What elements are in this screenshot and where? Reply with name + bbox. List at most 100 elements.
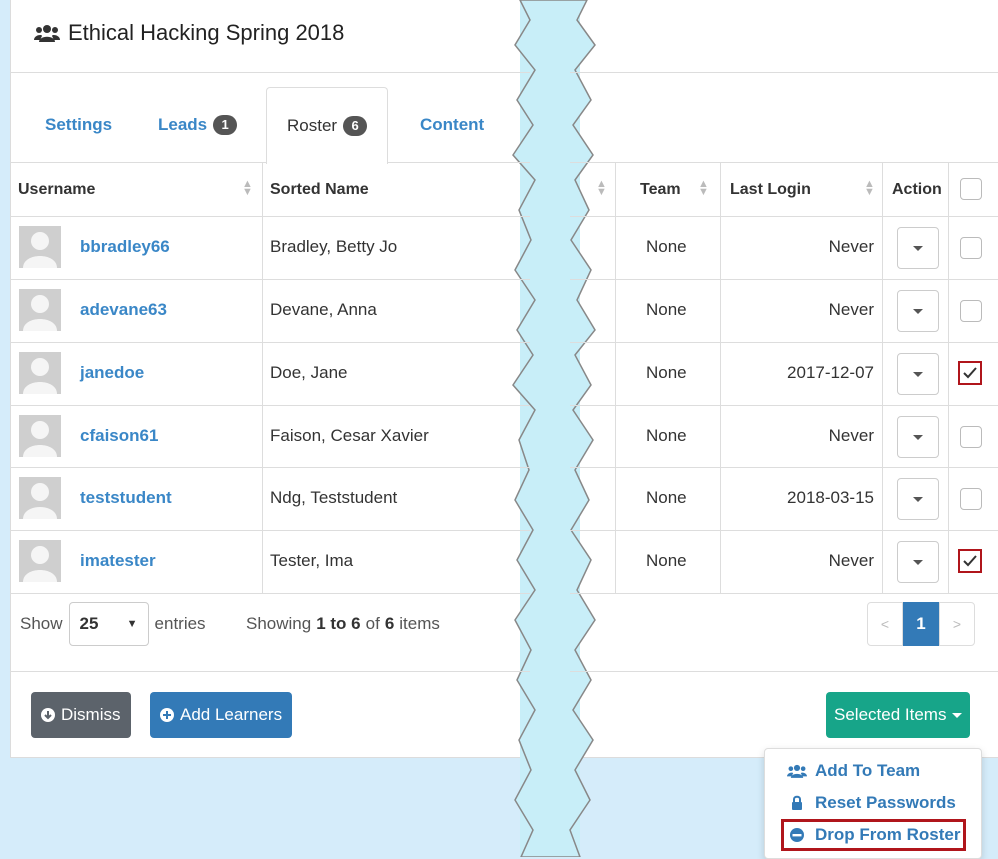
action-dropdown-button[interactable] bbox=[897, 290, 939, 332]
column-header-team[interactable]: Team bbox=[640, 164, 681, 216]
checkmark-icon bbox=[963, 555, 977, 567]
row-checkbox[interactable] bbox=[960, 237, 982, 259]
menu-item-reset-passwords[interactable]: Reset Passwords bbox=[787, 793, 956, 813]
sorted-name: Ndg, Teststudent bbox=[270, 488, 398, 507]
sort-icon[interactable]: ▲ ▼ bbox=[242, 179, 253, 198]
pagination-page-1[interactable]: 1 bbox=[903, 602, 939, 646]
row-divider bbox=[570, 405, 998, 406]
dismiss-button[interactable]: Dismiss bbox=[31, 692, 131, 738]
action-dropdown-button[interactable] bbox=[897, 416, 939, 458]
sort-icon[interactable]: ▲ ▼ bbox=[596, 179, 607, 198]
menu-item-add-to-team[interactable]: Add To Team bbox=[787, 761, 920, 781]
avatar bbox=[19, 540, 61, 582]
menu-item-drop-from-roster[interactable]: Drop From Roster bbox=[780, 819, 967, 851]
action-dropdown-button[interactable] bbox=[897, 353, 939, 395]
username-link[interactable]: imatester bbox=[80, 551, 156, 571]
page-size-select[interactable]: 25 ▼ bbox=[68, 602, 149, 646]
add-learners-label: Add Learners bbox=[180, 705, 283, 724]
row-checkbox-checked[interactable] bbox=[958, 549, 982, 573]
username-link[interactable]: janedoe bbox=[80, 363, 144, 383]
page-size-control: Show 25 ▼ entries bbox=[20, 602, 206, 646]
menu-item-label: Add To Team bbox=[815, 761, 921, 780]
pagination-next-button[interactable]: > bbox=[939, 602, 975, 646]
divider bbox=[10, 72, 530, 73]
show-label: Show bbox=[20, 614, 63, 633]
checkmark-icon bbox=[963, 367, 977, 379]
plus-circle-icon bbox=[160, 708, 174, 722]
row-checkbox[interactable] bbox=[960, 300, 982, 322]
action-dropdown-button[interactable] bbox=[897, 478, 939, 520]
tab-label: Leads bbox=[158, 114, 208, 134]
caret-down-icon bbox=[913, 434, 923, 440]
menu-item-label: Drop From Roster bbox=[815, 825, 961, 844]
torn-edge bbox=[512, 0, 596, 857]
tab-settings[interactable]: Settings bbox=[45, 87, 112, 162]
sort-icon[interactable]: ▲ ▼ bbox=[864, 179, 875, 198]
row-divider bbox=[10, 530, 530, 531]
last-login-value: Never bbox=[828, 426, 874, 445]
tabs-bottom-border bbox=[570, 162, 998, 163]
column-header-last-login[interactable]: Last Login bbox=[730, 164, 811, 216]
tab-roster[interactable]: Roster 6 bbox=[266, 87, 389, 164]
page-size-value: 25 bbox=[79, 614, 99, 633]
caret-down-icon bbox=[952, 712, 963, 718]
tab-label: Content bbox=[420, 114, 485, 134]
team-value: None bbox=[646, 300, 687, 319]
showing-summary: Showing 1 to 6 of 6 items bbox=[246, 602, 440, 646]
team-value: None bbox=[646, 488, 687, 507]
action-dropdown-button[interactable] bbox=[897, 541, 939, 583]
tab-label: Settings bbox=[45, 114, 113, 134]
sorted-name: Tester, Ima bbox=[270, 551, 354, 570]
count-badge: 1 bbox=[213, 114, 238, 135]
sorted-name: Doe, Jane bbox=[270, 363, 348, 382]
column-label: Last Login bbox=[730, 181, 811, 198]
sort-icon[interactable]: ▲ ▼ bbox=[698, 179, 709, 198]
showing-total: 6 bbox=[384, 614, 395, 633]
avatar bbox=[19, 477, 61, 519]
showing-prefix: Showing bbox=[246, 614, 312, 633]
avatar bbox=[19, 415, 61, 457]
menu-item-label: Reset Passwords bbox=[815, 793, 956, 812]
pagination: < 1 > bbox=[867, 602, 975, 646]
caret-down-icon bbox=[913, 559, 923, 565]
selected-items-button[interactable]: Selected Items bbox=[826, 692, 971, 738]
column-header-sorted-name[interactable]: Sorted Name bbox=[270, 164, 369, 216]
row-divider bbox=[10, 593, 530, 594]
column-header-username[interactable]: Username bbox=[18, 164, 95, 216]
username-link[interactable]: teststudent bbox=[80, 488, 172, 508]
page-title-text: Ethical Hacking Spring 2018 bbox=[68, 20, 345, 45]
username-link[interactable]: bbradley66 bbox=[80, 237, 170, 257]
row-checkbox[interactable] bbox=[960, 426, 982, 448]
tab-content[interactable]: Content bbox=[420, 87, 484, 162]
count-badge: 6 bbox=[343, 116, 368, 136]
select-all-checkbox[interactable] bbox=[960, 178, 982, 200]
caret-down-icon bbox=[913, 496, 923, 502]
row-checkbox[interactable] bbox=[960, 488, 982, 510]
last-login-value: Never bbox=[828, 300, 874, 319]
row-divider bbox=[570, 593, 998, 594]
avatar bbox=[19, 352, 61, 394]
row-divider bbox=[10, 342, 530, 343]
selected-items-menu: Add To Team Reset Passwords Drop From Ro… bbox=[764, 748, 982, 859]
tab-leads[interactable]: Leads 1 bbox=[158, 87, 238, 162]
username-link[interactable]: cfaison61 bbox=[80, 426, 158, 446]
row-checkbox-checked[interactable] bbox=[958, 361, 982, 385]
username-link[interactable]: adevane63 bbox=[80, 300, 167, 320]
showing-range: 1 to 6 bbox=[316, 614, 361, 633]
action-dropdown-button[interactable] bbox=[897, 227, 939, 269]
entries-label: entries bbox=[154, 614, 206, 633]
column-label: Team bbox=[640, 181, 681, 198]
row-divider bbox=[10, 467, 530, 468]
divider bbox=[570, 72, 998, 73]
row-divider bbox=[10, 405, 530, 406]
add-learners-button[interactable]: Add Learners bbox=[150, 692, 293, 738]
avatar bbox=[19, 289, 61, 331]
tab-label: Roster bbox=[287, 116, 338, 135]
pagination-prev-button[interactable]: < bbox=[867, 602, 903, 646]
avatar bbox=[19, 226, 61, 268]
caret-down-icon bbox=[913, 245, 923, 251]
column-label: Sorted Name bbox=[270, 181, 369, 198]
last-login-value: 2018-03-15 bbox=[787, 488, 874, 507]
minus-circle-icon bbox=[790, 828, 804, 842]
row-divider bbox=[10, 279, 530, 280]
